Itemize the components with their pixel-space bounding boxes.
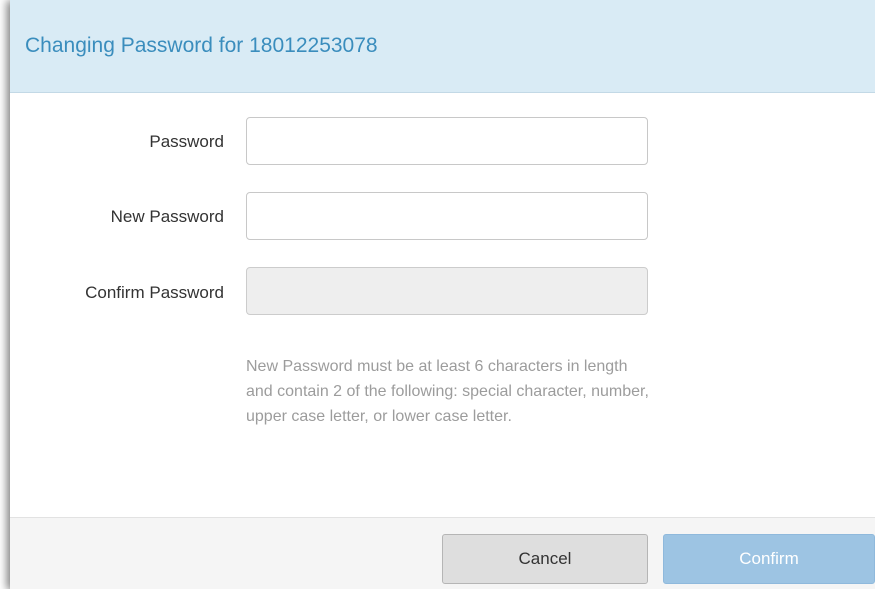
change-password-dialog: Changing Password for 18012253078 Passwo…	[10, 0, 875, 589]
dialog-footer: Cancel Confirm	[10, 517, 875, 589]
password-field[interactable]	[246, 117, 648, 165]
new-password-field[interactable]	[246, 192, 648, 240]
new-password-label: New Password	[110, 207, 224, 226]
dialog-header: Changing Password for 18012253078	[10, 0, 875, 93]
confirm-password-label: Confirm Password	[85, 283, 224, 302]
confirm-password-field[interactable]	[246, 267, 648, 315]
cancel-button[interactable]: Cancel	[442, 534, 648, 584]
confirm-button[interactable]: Confirm	[663, 534, 875, 584]
dialog-title: Changing Password for 18012253078	[25, 34, 378, 57]
password-label: Password	[149, 132, 224, 151]
password-requirements-help: New Password must be at least 6 characte…	[246, 358, 649, 425]
